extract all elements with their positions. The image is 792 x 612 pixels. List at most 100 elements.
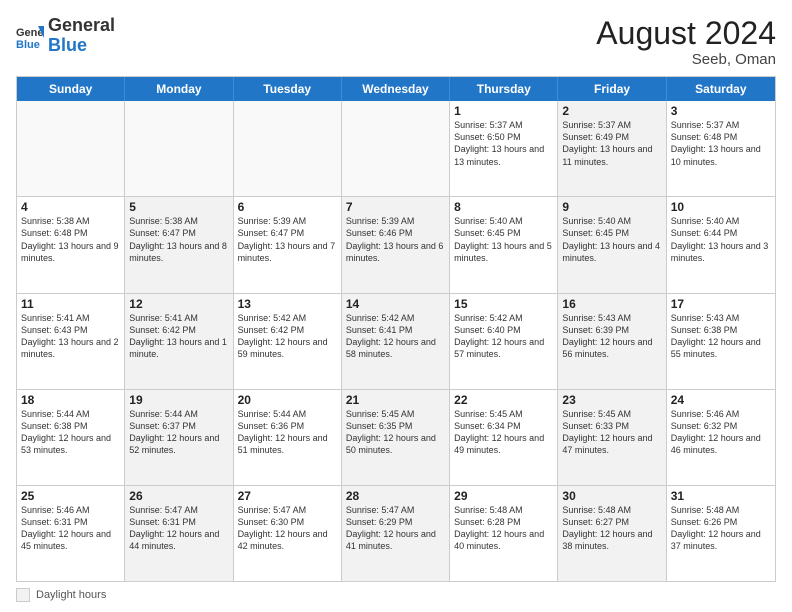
cell-details: Sunrise: 5:40 AM Sunset: 6:45 PM Dayligh… [562, 215, 661, 264]
calendar-cell: 17Sunrise: 5:43 AM Sunset: 6:38 PM Dayli… [667, 294, 775, 389]
calendar-cell: 27Sunrise: 5:47 AM Sunset: 6:30 PM Dayli… [234, 486, 342, 581]
calendar-cell: 15Sunrise: 5:42 AM Sunset: 6:40 PM Dayli… [450, 294, 558, 389]
cell-details: Sunrise: 5:37 AM Sunset: 6:48 PM Dayligh… [671, 119, 771, 168]
calendar-cell: 24Sunrise: 5:46 AM Sunset: 6:32 PM Dayli… [667, 390, 775, 485]
cell-details: Sunrise: 5:38 AM Sunset: 6:47 PM Dayligh… [129, 215, 228, 264]
calendar: SundayMondayTuesdayWednesdayThursdayFrid… [16, 76, 776, 582]
cell-details: Sunrise: 5:48 AM Sunset: 6:26 PM Dayligh… [671, 504, 771, 553]
calendar-cell: 1Sunrise: 5:37 AM Sunset: 6:50 PM Daylig… [450, 101, 558, 196]
logo: General Blue General Blue [16, 16, 115, 56]
calendar-cell: 22Sunrise: 5:45 AM Sunset: 6:34 PM Dayli… [450, 390, 558, 485]
day-number: 21 [346, 393, 445, 407]
calendar-cell: 9Sunrise: 5:40 AM Sunset: 6:45 PM Daylig… [558, 197, 666, 292]
day-number: 26 [129, 489, 228, 503]
logo-text: General Blue [48, 16, 115, 56]
day-number: 1 [454, 104, 553, 118]
calendar-cell: 26Sunrise: 5:47 AM Sunset: 6:31 PM Dayli… [125, 486, 233, 581]
calendar-row: 4Sunrise: 5:38 AM Sunset: 6:48 PM Daylig… [17, 196, 775, 292]
calendar-cell: 7Sunrise: 5:39 AM Sunset: 6:46 PM Daylig… [342, 197, 450, 292]
cell-details: Sunrise: 5:42 AM Sunset: 6:41 PM Dayligh… [346, 312, 445, 361]
day-number: 22 [454, 393, 553, 407]
calendar-cell: 5Sunrise: 5:38 AM Sunset: 6:47 PM Daylig… [125, 197, 233, 292]
day-number: 17 [671, 297, 771, 311]
cell-details: Sunrise: 5:48 AM Sunset: 6:28 PM Dayligh… [454, 504, 553, 553]
calendar-header-cell: Sunday [17, 77, 125, 101]
calendar-cell: 6Sunrise: 5:39 AM Sunset: 6:47 PM Daylig… [234, 197, 342, 292]
calendar-header-cell: Wednesday [342, 77, 450, 101]
logo-blue: Blue [48, 35, 87, 55]
day-number: 2 [562, 104, 661, 118]
title-block: August 2024 Seeb, Oman [596, 16, 776, 68]
cell-details: Sunrise: 5:46 AM Sunset: 6:31 PM Dayligh… [21, 504, 120, 553]
logo-general: General [48, 15, 115, 35]
cell-details: Sunrise: 5:41 AM Sunset: 6:42 PM Dayligh… [129, 312, 228, 361]
calendar-cell: 30Sunrise: 5:48 AM Sunset: 6:27 PM Dayli… [558, 486, 666, 581]
calendar-cell: 8Sunrise: 5:40 AM Sunset: 6:45 PM Daylig… [450, 197, 558, 292]
cell-details: Sunrise: 5:40 AM Sunset: 6:45 PM Dayligh… [454, 215, 553, 264]
calendar-cell: 11Sunrise: 5:41 AM Sunset: 6:43 PM Dayli… [17, 294, 125, 389]
footer: Daylight hours [16, 588, 776, 602]
day-number: 20 [238, 393, 337, 407]
calendar-cell [125, 101, 233, 196]
cell-details: Sunrise: 5:47 AM Sunset: 6:29 PM Dayligh… [346, 504, 445, 553]
cell-details: Sunrise: 5:42 AM Sunset: 6:40 PM Dayligh… [454, 312, 553, 361]
day-number: 11 [21, 297, 120, 311]
calendar-body: 1Sunrise: 5:37 AM Sunset: 6:50 PM Daylig… [17, 101, 775, 581]
calendar-cell: 12Sunrise: 5:41 AM Sunset: 6:42 PM Dayli… [125, 294, 233, 389]
calendar-header-row: SundayMondayTuesdayWednesdayThursdayFrid… [17, 77, 775, 101]
calendar-cell: 19Sunrise: 5:44 AM Sunset: 6:37 PM Dayli… [125, 390, 233, 485]
page: General Blue General Blue August 2024 Se… [0, 0, 792, 612]
day-number: 5 [129, 200, 228, 214]
calendar-row: 11Sunrise: 5:41 AM Sunset: 6:43 PM Dayli… [17, 293, 775, 389]
footer-label: Daylight hours [36, 589, 106, 601]
day-number: 25 [21, 489, 120, 503]
calendar-header-cell: Thursday [450, 77, 558, 101]
calendar-cell: 13Sunrise: 5:42 AM Sunset: 6:42 PM Dayli… [234, 294, 342, 389]
cell-details: Sunrise: 5:37 AM Sunset: 6:50 PM Dayligh… [454, 119, 553, 168]
cell-details: Sunrise: 5:45 AM Sunset: 6:35 PM Dayligh… [346, 408, 445, 457]
calendar-cell: 14Sunrise: 5:42 AM Sunset: 6:41 PM Dayli… [342, 294, 450, 389]
day-number: 30 [562, 489, 661, 503]
month-year: August 2024 [596, 16, 776, 51]
day-number: 19 [129, 393, 228, 407]
day-number: 16 [562, 297, 661, 311]
header: General Blue General Blue August 2024 Se… [16, 16, 776, 68]
calendar-cell: 3Sunrise: 5:37 AM Sunset: 6:48 PM Daylig… [667, 101, 775, 196]
day-number: 23 [562, 393, 661, 407]
calendar-row: 1Sunrise: 5:37 AM Sunset: 6:50 PM Daylig… [17, 101, 775, 196]
calendar-cell: 18Sunrise: 5:44 AM Sunset: 6:38 PM Dayli… [17, 390, 125, 485]
day-number: 3 [671, 104, 771, 118]
day-number: 13 [238, 297, 337, 311]
day-number: 27 [238, 489, 337, 503]
calendar-header-cell: Monday [125, 77, 233, 101]
day-number: 31 [671, 489, 771, 503]
calendar-cell: 21Sunrise: 5:45 AM Sunset: 6:35 PM Dayli… [342, 390, 450, 485]
cell-details: Sunrise: 5:44 AM Sunset: 6:36 PM Dayligh… [238, 408, 337, 457]
day-number: 12 [129, 297, 228, 311]
cell-details: Sunrise: 5:38 AM Sunset: 6:48 PM Dayligh… [21, 215, 120, 264]
cell-details: Sunrise: 5:47 AM Sunset: 6:30 PM Dayligh… [238, 504, 337, 553]
calendar-cell: 25Sunrise: 5:46 AM Sunset: 6:31 PM Dayli… [17, 486, 125, 581]
cell-details: Sunrise: 5:37 AM Sunset: 6:49 PM Dayligh… [562, 119, 661, 168]
day-number: 6 [238, 200, 337, 214]
cell-details: Sunrise: 5:44 AM Sunset: 6:37 PM Dayligh… [129, 408, 228, 457]
footer-shaded-box [16, 588, 30, 602]
calendar-header-cell: Tuesday [234, 77, 342, 101]
calendar-cell: 4Sunrise: 5:38 AM Sunset: 6:48 PM Daylig… [17, 197, 125, 292]
cell-details: Sunrise: 5:43 AM Sunset: 6:39 PM Dayligh… [562, 312, 661, 361]
day-number: 18 [21, 393, 120, 407]
day-number: 29 [454, 489, 553, 503]
cell-details: Sunrise: 5:48 AM Sunset: 6:27 PM Dayligh… [562, 504, 661, 553]
calendar-cell: 2Sunrise: 5:37 AM Sunset: 6:49 PM Daylig… [558, 101, 666, 196]
calendar-cell: 20Sunrise: 5:44 AM Sunset: 6:36 PM Dayli… [234, 390, 342, 485]
logo-icon: General Blue [16, 22, 44, 50]
cell-details: Sunrise: 5:43 AM Sunset: 6:38 PM Dayligh… [671, 312, 771, 361]
cell-details: Sunrise: 5:41 AM Sunset: 6:43 PM Dayligh… [21, 312, 120, 361]
cell-details: Sunrise: 5:39 AM Sunset: 6:47 PM Dayligh… [238, 215, 337, 264]
day-number: 28 [346, 489, 445, 503]
location: Seeb, Oman [596, 51, 776, 68]
svg-text:Blue: Blue [16, 39, 40, 50]
day-number: 9 [562, 200, 661, 214]
cell-details: Sunrise: 5:39 AM Sunset: 6:46 PM Dayligh… [346, 215, 445, 264]
calendar-row: 25Sunrise: 5:46 AM Sunset: 6:31 PM Dayli… [17, 485, 775, 581]
